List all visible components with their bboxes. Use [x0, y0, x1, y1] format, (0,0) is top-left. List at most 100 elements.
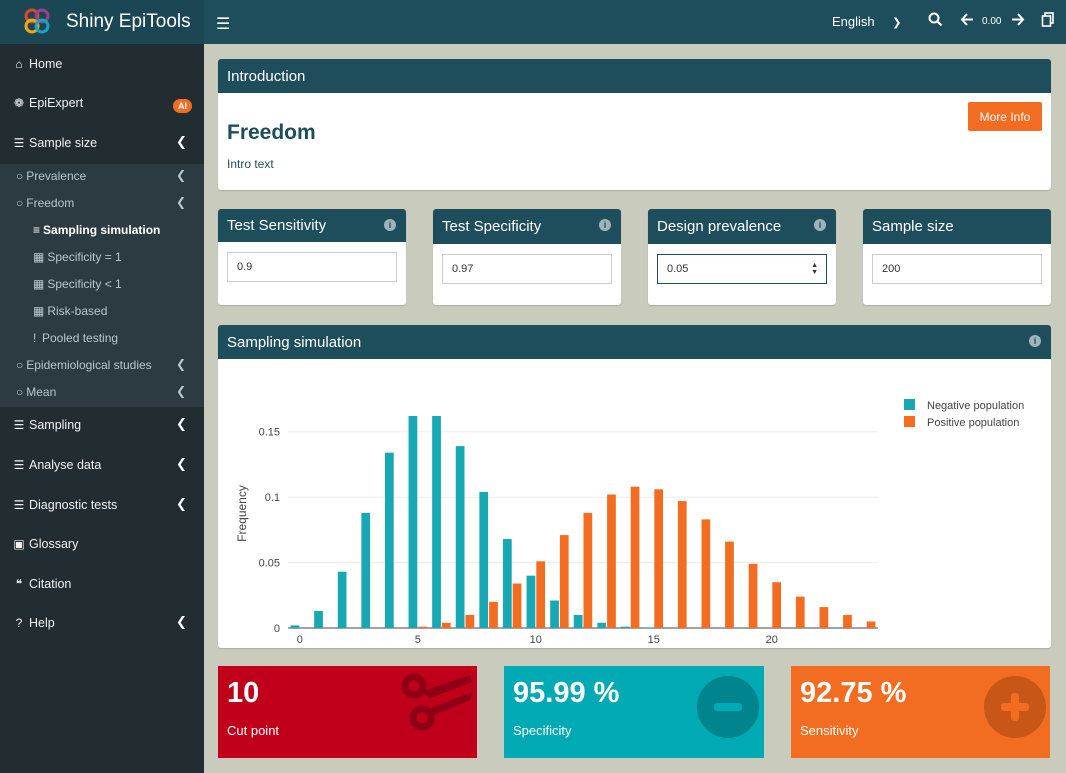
test-sensitivity-box: Test Sensitivity i 0.9: [218, 209, 406, 305]
input-value: 200: [882, 263, 901, 275]
sidebar-item-sampling-simulation[interactable]: ≡ Sampling simulation: [33, 223, 160, 237]
design-prevalence-box: Design prevalence i 0.05 ▲ ▼: [648, 209, 836, 305]
logo-icon: [20, 5, 54, 39]
sidebar-item-label: Epidemiological studies: [26, 358, 152, 372]
sidebar-item-specificity-1[interactable]: ▦ Specificity = 1: [33, 250, 122, 264]
sidebar-item-freedom[interactable]: ○ Freedom: [16, 196, 74, 210]
sample-size-input[interactable]: 200: [872, 254, 1042, 284]
more-info-button[interactable]: More Info: [968, 102, 1042, 131]
test-specificity-input[interactable]: 0.97: [442, 254, 612, 284]
input-value: 0.9: [237, 261, 253, 273]
sidebar-item-label: Prevalence: [26, 169, 87, 183]
y-tick-label: 0.05: [259, 558, 280, 570]
sidebar-item-epiexpert[interactable]: ❁ EpiExpert: [12, 96, 83, 110]
test-sensitivity-input[interactable]: 0.9: [227, 252, 397, 282]
sidebar-item-label: Specificity < 1: [47, 277, 122, 291]
page-title: Freedom: [227, 121, 316, 144]
bar: [502, 539, 512, 628]
copy-icon[interactable]: [1041, 12, 1055, 31]
sidebar-item-home[interactable]: ⌂ Home: [12, 57, 62, 71]
calculator-icon: ▦: [33, 277, 45, 291]
sidebar-item-citation[interactable]: ❝ Citation: [12, 577, 72, 591]
sidebar-item-sample-size[interactable]: ☰ Sample size: [12, 136, 97, 150]
input-label: Design prevalence: [657, 218, 782, 235]
bar: [620, 626, 630, 628]
sidebar-item-diagnostic-tests[interactable]: ☰ Diagnostic tests: [12, 498, 118, 512]
search-icon[interactable]: [928, 12, 943, 31]
info-icon[interactable]: i: [814, 219, 826, 231]
sidebar-item-specificity-lt1[interactable]: ▦ Specificity < 1: [33, 277, 122, 291]
info-icon[interactable]: i: [599, 219, 611, 231]
design-prevalence-input[interactable]: 0.05 ▲ ▼: [657, 254, 827, 284]
bar: [536, 561, 546, 628]
book-icon: ▣: [13, 537, 25, 551]
y-tick-label: 0.1: [265, 492, 280, 504]
arrow-right-icon[interactable]: [1011, 12, 1025, 31]
x-tick-label: 20: [766, 634, 778, 646]
input-label: Test Specificity: [442, 218, 542, 235]
circle-icon: ○: [16, 169, 24, 183]
bars-icon: ☰: [13, 136, 25, 150]
bar: [337, 571, 347, 628]
sidebar-item-label: Sampling: [29, 418, 82, 432]
x-tick-label: 5: [415, 634, 421, 646]
x-tick-label: 15: [648, 634, 660, 646]
bar: [583, 512, 593, 628]
sidebar-toggle-icon[interactable]: ☰: [216, 14, 230, 34]
y-tick-label: 0.15: [259, 427, 280, 439]
legend-entry: Positive population: [927, 417, 1019, 429]
sidebar-item-mean[interactable]: ○ Mean: [16, 385, 56, 399]
ai-badge: AI: [173, 99, 192, 113]
bar: [654, 489, 664, 628]
bar: [290, 625, 300, 628]
bar: [701, 519, 711, 628]
circle-icon: ○: [16, 358, 24, 372]
bar: [408, 416, 418, 628]
sensitivity-box: 92.75 % Sensitivity: [791, 666, 1050, 758]
design-prevalence-header: Design prevalence i: [648, 209, 836, 244]
info-icon[interactable]: i: [1029, 335, 1041, 347]
quote-icon: ❝: [15, 577, 23, 591]
chevron-down-icon: ❯: [892, 17, 902, 29]
chevron-left-icon: ❮: [176, 195, 187, 209]
bar: [866, 621, 876, 628]
spinner-icon[interactable]: ▲ ▼: [811, 262, 818, 276]
bar: [526, 575, 536, 628]
sidebar-item-sampling[interactable]: ☰ Sampling: [12, 418, 82, 432]
test-specificity-header: Test Specificity i: [433, 209, 621, 244]
input-label: Test Sensitivity: [227, 217, 327, 234]
sidebar-item-prevalence[interactable]: ○ Prevalence: [16, 169, 86, 183]
chevron-left-icon: ❮: [176, 134, 187, 149]
bar: [725, 541, 734, 628]
arrow-left-icon[interactable]: [960, 12, 974, 31]
calculator-icon: ▦: [33, 250, 45, 264]
input-label: Sample size: [872, 218, 954, 235]
sidebar-item-pooled-testing[interactable]: ! Pooled testing: [33, 331, 118, 345]
bar: [314, 610, 323, 628]
y-tick-label: 0: [274, 623, 280, 635]
sidebar-item-epi-studies[interactable]: ○ Epidemiological studies: [16, 358, 152, 372]
info-icon[interactable]: i: [384, 219, 396, 231]
minus-circle-icon: [697, 676, 759, 738]
bar: [630, 486, 640, 628]
sidebar-item-label: Mean: [26, 385, 57, 399]
bar: [455, 446, 465, 628]
legend-entry: Negative population: [927, 400, 1024, 412]
bars-icon: ☰: [13, 418, 25, 432]
bars-icon: ☰: [13, 458, 25, 472]
sidebar-item-risk-based[interactable]: ▦ Risk-based: [33, 304, 107, 318]
sidebar-item-glossary[interactable]: ▣ Glossary: [12, 537, 78, 551]
chevron-left-icon: ❮: [176, 614, 187, 629]
plus-circle-icon: [984, 676, 1046, 738]
language-select[interactable]: English ❯: [832, 14, 901, 29]
brand[interactable]: Shiny EpiTools: [0, 0, 204, 44]
sidebar: ⌂ Home ❁ EpiExpert AI ☰ Sample size ❮ ○ …: [0, 44, 204, 773]
sidebar-item-analyse-data[interactable]: ☰ Analyse data: [12, 458, 102, 472]
bar: [559, 535, 569, 628]
circle-icon: ○: [16, 385, 24, 399]
bar: [677, 501, 687, 628]
sidebar-item-help[interactable]: ? Help: [12, 616, 55, 630]
sensitivity-label: Sensitivity: [800, 723, 859, 738]
test-specificity-box: Test Specificity i 0.97: [433, 209, 621, 305]
sensitivity-value: 92.75 %: [800, 677, 907, 709]
